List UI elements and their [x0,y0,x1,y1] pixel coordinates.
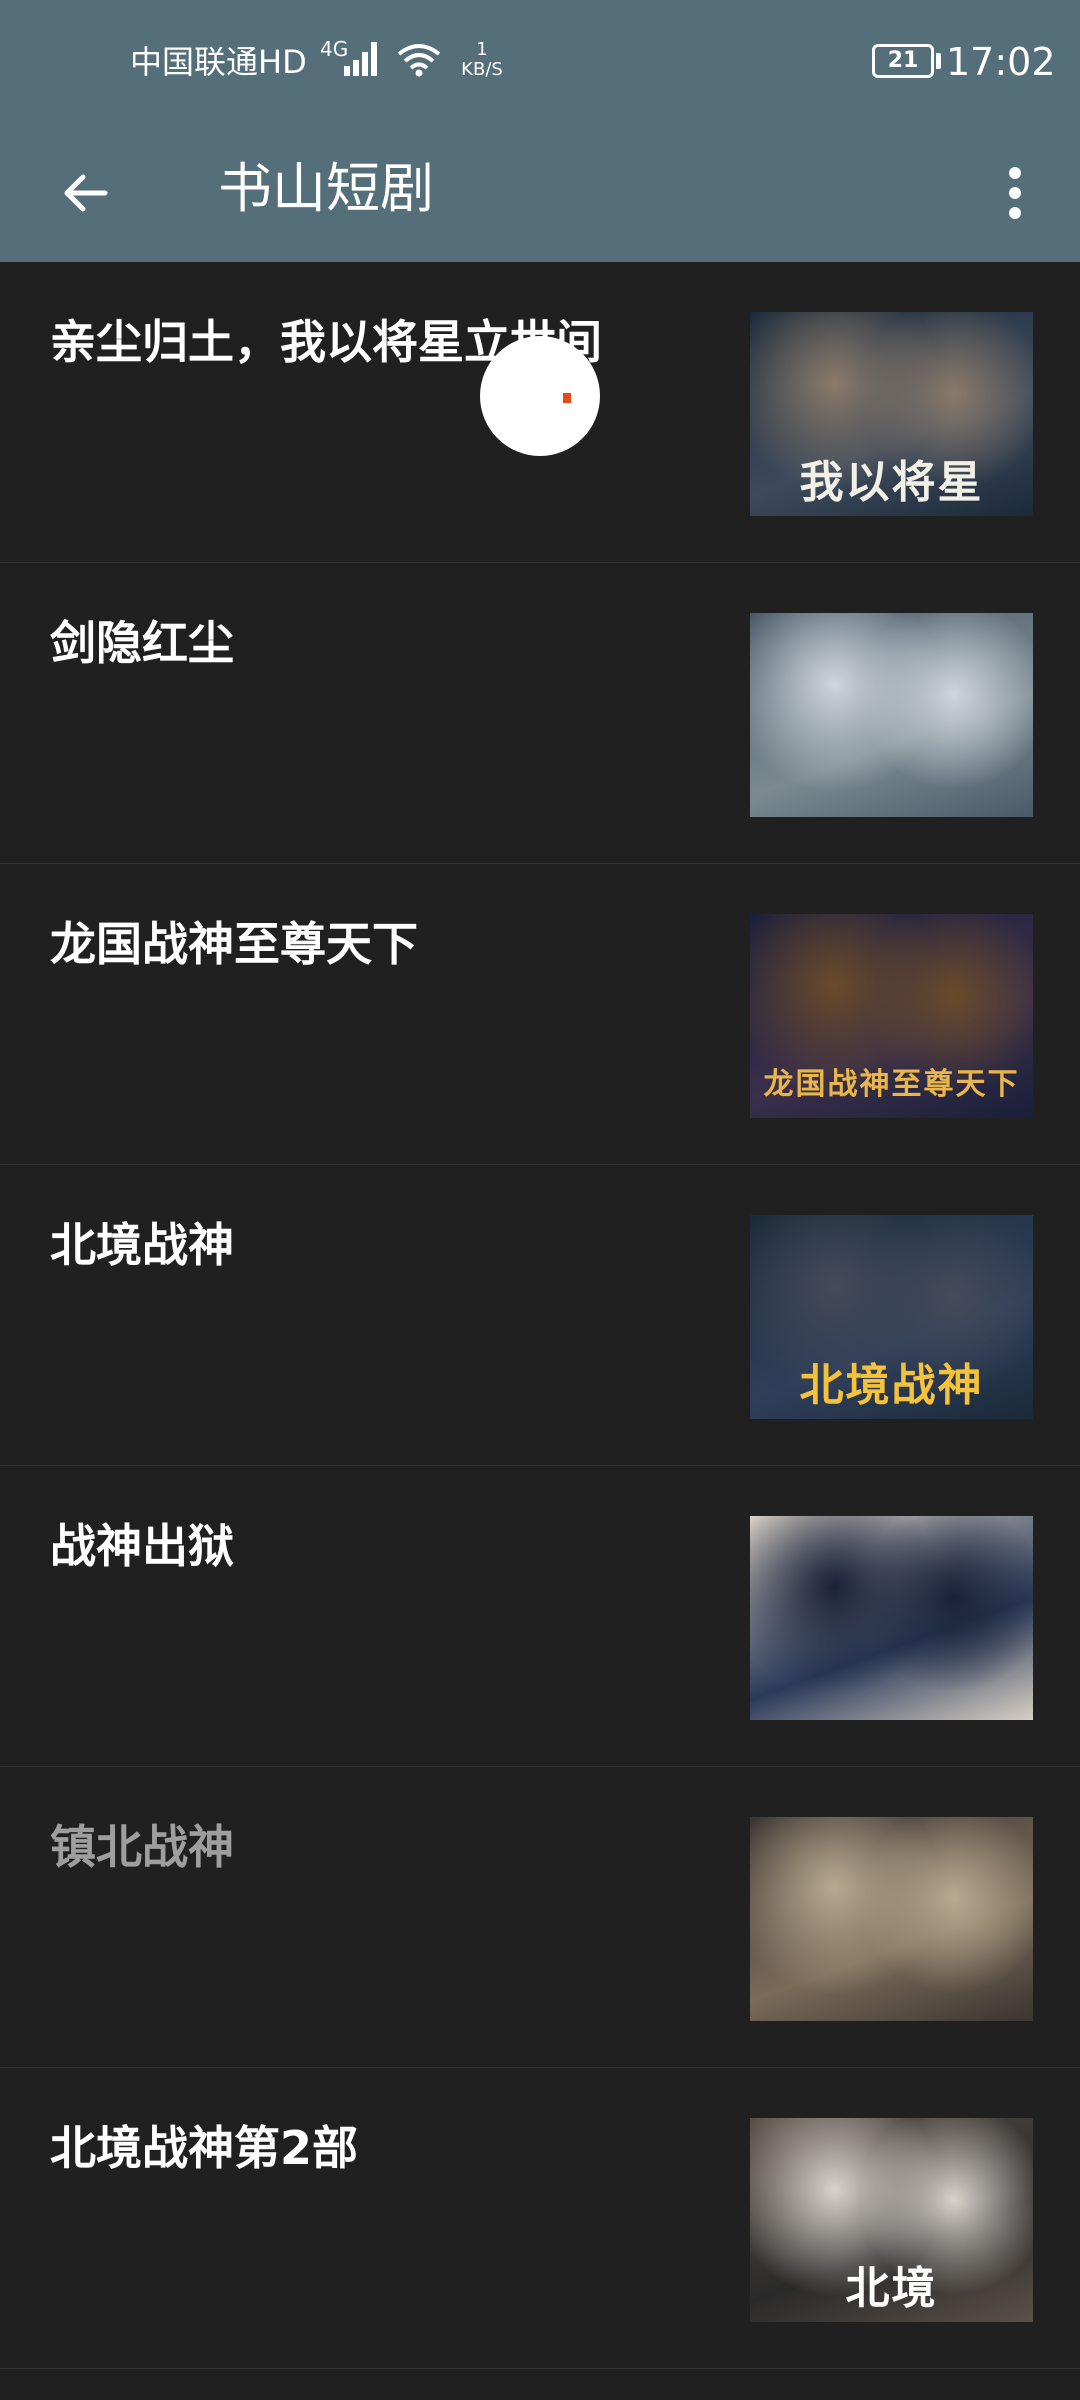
more-options-button[interactable] [990,148,1040,238]
thumbnail[interactable]: 北境 [750,2118,1033,2322]
thumbnail-caption: 北境 [845,2263,938,2314]
item-title: 北境战神 [50,1218,234,1272]
network-speed: 1 KB/S [452,40,512,80]
status-bar: 中国联通HD 4G 1 KB/S 21 17:02 [0,0,1080,124]
clock: 17:02 [946,40,1056,84]
drama-list: 亲尘归土，我以将星立世间 我以将星 剑隐红尘 龙国战神至尊天下 龙国战神至尊天下 北境战神… [0,262,1080,2369]
page-title: 书山短剧 [218,157,434,220]
touch-indicator [480,336,600,456]
more-vert-icon [1009,167,1021,219]
item-title: 亲尘归土，我以将星立世间 [50,315,602,369]
list-item[interactable]: 龙国战神至尊天下 龙国战神至尊天下 [0,864,1080,1165]
speed-unit: KB/S [461,59,503,80]
wifi-icon [397,44,441,77]
list-item[interactable]: 北境战神第2部北境 [0,2068,1080,2369]
thumbnail[interactable]: 龙国战神至尊天下 [750,914,1033,1118]
list-item[interactable]: 北境战神 北境战神 [0,1165,1080,1466]
back-button[interactable] [40,148,130,238]
header: 中国联通HD 4G 1 KB/S 21 17:02 书山短剧 [0,0,1080,262]
battery-icon: 21 [872,44,934,78]
carrier-name: 中国联通HD [130,43,307,81]
item-title: 剑隐红尘 [50,616,234,670]
thumbnail[interactable] [750,613,1033,817]
thumbnail[interactable] [750,1817,1033,2021]
thumbnail[interactable]: 北境战神 [750,1215,1033,1419]
item-title: 龙国战神至尊天下 [50,917,418,971]
item-title: 北境战神第2部 [50,2121,359,2175]
touch-indicator-dot [563,393,571,403]
thumbnail-caption: 龙国战神至尊天下 [763,1067,1020,1102]
thumbnail[interactable]: 我以将星 [750,312,1033,516]
thumbnail-caption: 我以将星 [799,457,984,508]
list-item[interactable]: 战神出狱 [0,1466,1080,1767]
back-arrow-icon [64,174,108,212]
item-title: 镇北战神 [50,1820,234,1874]
list-item[interactable]: 剑隐红尘 [0,563,1080,864]
signal-icon [344,42,377,76]
list-item[interactable]: 镇北战神 [0,1767,1080,2068]
battery-tip [936,53,941,69]
speed-value: 1 [476,39,488,60]
thumbnail[interactable] [750,1516,1033,1720]
item-title: 战神出狱 [50,1519,234,1573]
thumbnail-caption: 北境战神 [799,1360,984,1411]
app-bar: 书山短剧 [0,124,1080,262]
